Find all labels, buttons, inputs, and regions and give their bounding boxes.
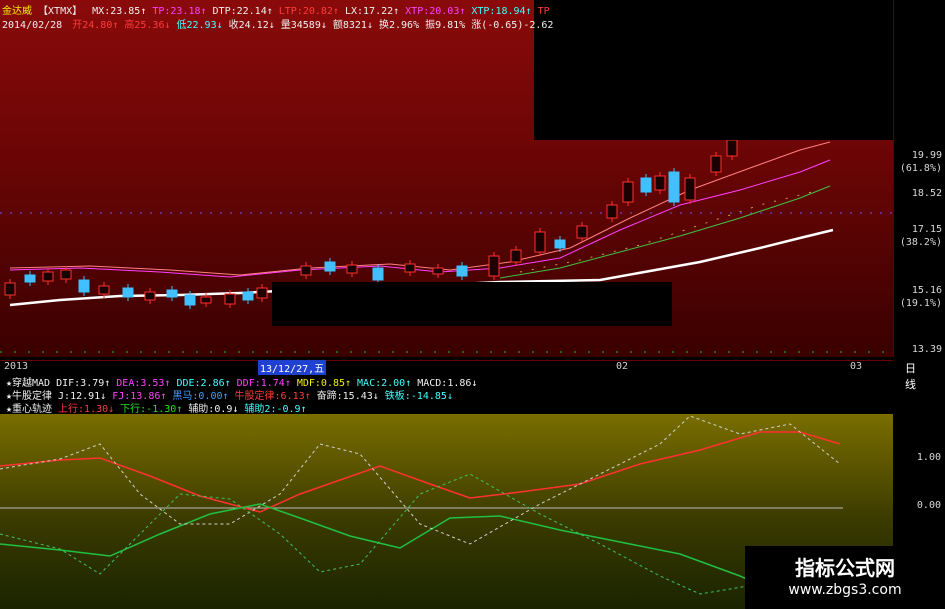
candle-body [78, 279, 90, 293]
candle-body [654, 175, 666, 191]
quote-value: 收24.12↓ [228, 20, 275, 31]
osc-line-up [0, 431, 841, 513]
candle-body [98, 285, 110, 295]
quote-value: 低22.93↓ [176, 20, 223, 31]
price-ma-line [499, 185, 831, 279]
quote-value: 振9.81% [425, 20, 466, 31]
pct-label: (19.1%) [899, 298, 942, 309]
indicator-row-macd[interactable]: ★穿越MAD DIF:3.79↑ DEA:3.53↑ DDE:2.86↑ DDF:1.7… [2, 374, 477, 389]
candle-body [554, 239, 566, 249]
candle-body [710, 155, 722, 173]
quote-value: 涨(-0.65)-2.62 [471, 20, 554, 31]
candle-body [42, 271, 54, 282]
indicator-value: 铁板:-14.85↓ [384, 391, 453, 402]
candle-body [534, 231, 546, 253]
candle-body [404, 263, 416, 273]
date-month: 02 [616, 361, 629, 372]
candle-body [24, 274, 36, 283]
pct-label: (61.8%) [899, 163, 942, 174]
indicator-row-zhongxin[interactable]: ★重心轨迹 上行:1.30↓ 下行:-1.30↑ 辅助:0.9↓ 辅助2:-0.9↑ [2, 400, 307, 415]
candle-body [200, 296, 212, 304]
price-axis: 19.99 (61.8%) 18.52 17.15 (38.2%) 15.16 … [893, 0, 945, 357]
quote-value: 开24.80↑ [72, 20, 119, 31]
candle-body [640, 177, 652, 193]
price-tick: 18.52 [911, 188, 942, 199]
osc-tick: 1.00 [916, 452, 941, 463]
chart-blank-area [272, 282, 672, 326]
quote-value: 量34589↓ [280, 20, 327, 31]
quote-date: 2014/02/28 [2, 20, 63, 31]
osc-tick: 0.00 [916, 500, 941, 511]
period-label[interactable]: 日线 [905, 360, 916, 392]
candle-body [606, 204, 618, 219]
candle-body [166, 289, 178, 298]
candle-body [456, 265, 468, 277]
candle-body [144, 291, 156, 301]
candle-body [510, 249, 522, 263]
watermark-title: 指标公式网 [795, 556, 895, 580]
candle-body [726, 139, 738, 157]
candle-body [4, 282, 16, 296]
candle-body [242, 291, 254, 301]
candle-body [668, 171, 680, 203]
candle-body [432, 267, 444, 275]
top-right-blank-area [534, 0, 945, 140]
header-ma-row: 金达威 【XTMX】 MX:23.85↑ TP:23.18↑ DTP:22.14↑ L… [2, 2, 550, 17]
pct-label: (38.2%) [899, 237, 942, 248]
candle-body [488, 255, 500, 277]
candle-body [372, 267, 384, 281]
candle-body [346, 264, 358, 274]
price-tick: 19.99 [911, 150, 942, 161]
date-month: 03 [850, 361, 863, 372]
header-quote-row: 2014/02/28 开24.80↑ 高25.36↓ 低22.93↓ 收24.12↓ 量… [2, 16, 553, 31]
candle-body [256, 287, 268, 299]
price-tick: 15.16 [911, 285, 942, 296]
osc-line-aux2 [0, 473, 801, 595]
candle-body [684, 177, 696, 201]
price-tick: 17.15 [911, 224, 942, 235]
indicator-rows: ★穿越MAD DIF:3.79↑ DEA:3.53↑ DDE:2.86↑ DDF:1.7… [0, 374, 893, 415]
quote-value: 额8321↓ [332, 20, 373, 31]
candle-body [224, 293, 236, 305]
quote-values: 开24.80↑ 高25.36↓ 低22.93↓ 收24.12↓ 量34589↓ 额8321… [68, 20, 553, 31]
indicator-row-niugu[interactable]: ★牛股定律 J:12.91↓ FJ:13.86↑ 黑马:0.00↑ 牛股定律:6.13↑… [2, 387, 453, 402]
candle-body [324, 261, 336, 272]
candle-body [122, 287, 134, 298]
candle-body [300, 265, 312, 276]
candle-body [184, 294, 196, 306]
date-year: 2013 [4, 361, 29, 372]
osc-line-down [0, 503, 801, 605]
watermark-url: www.zbgs3.com [788, 582, 902, 598]
quote-value: 换2.96% [378, 20, 420, 31]
date-axis: 2013 13/12/27,五 02 03 日线 [0, 360, 916, 391]
quote-value: 高25.36↓ [124, 20, 171, 31]
watermark: 指标公式网 www.zbgs3.com [745, 546, 945, 609]
indicator-value: 奋蹄:15.43↓ [316, 391, 379, 402]
price-tick: 13.39 [911, 344, 942, 355]
price-ma-line [9, 141, 831, 276]
candle-body [622, 181, 634, 203]
candle-body [60, 269, 72, 280]
date-cursor[interactable]: 13/12/27,五 [258, 360, 327, 375]
candle-body [576, 225, 588, 239]
